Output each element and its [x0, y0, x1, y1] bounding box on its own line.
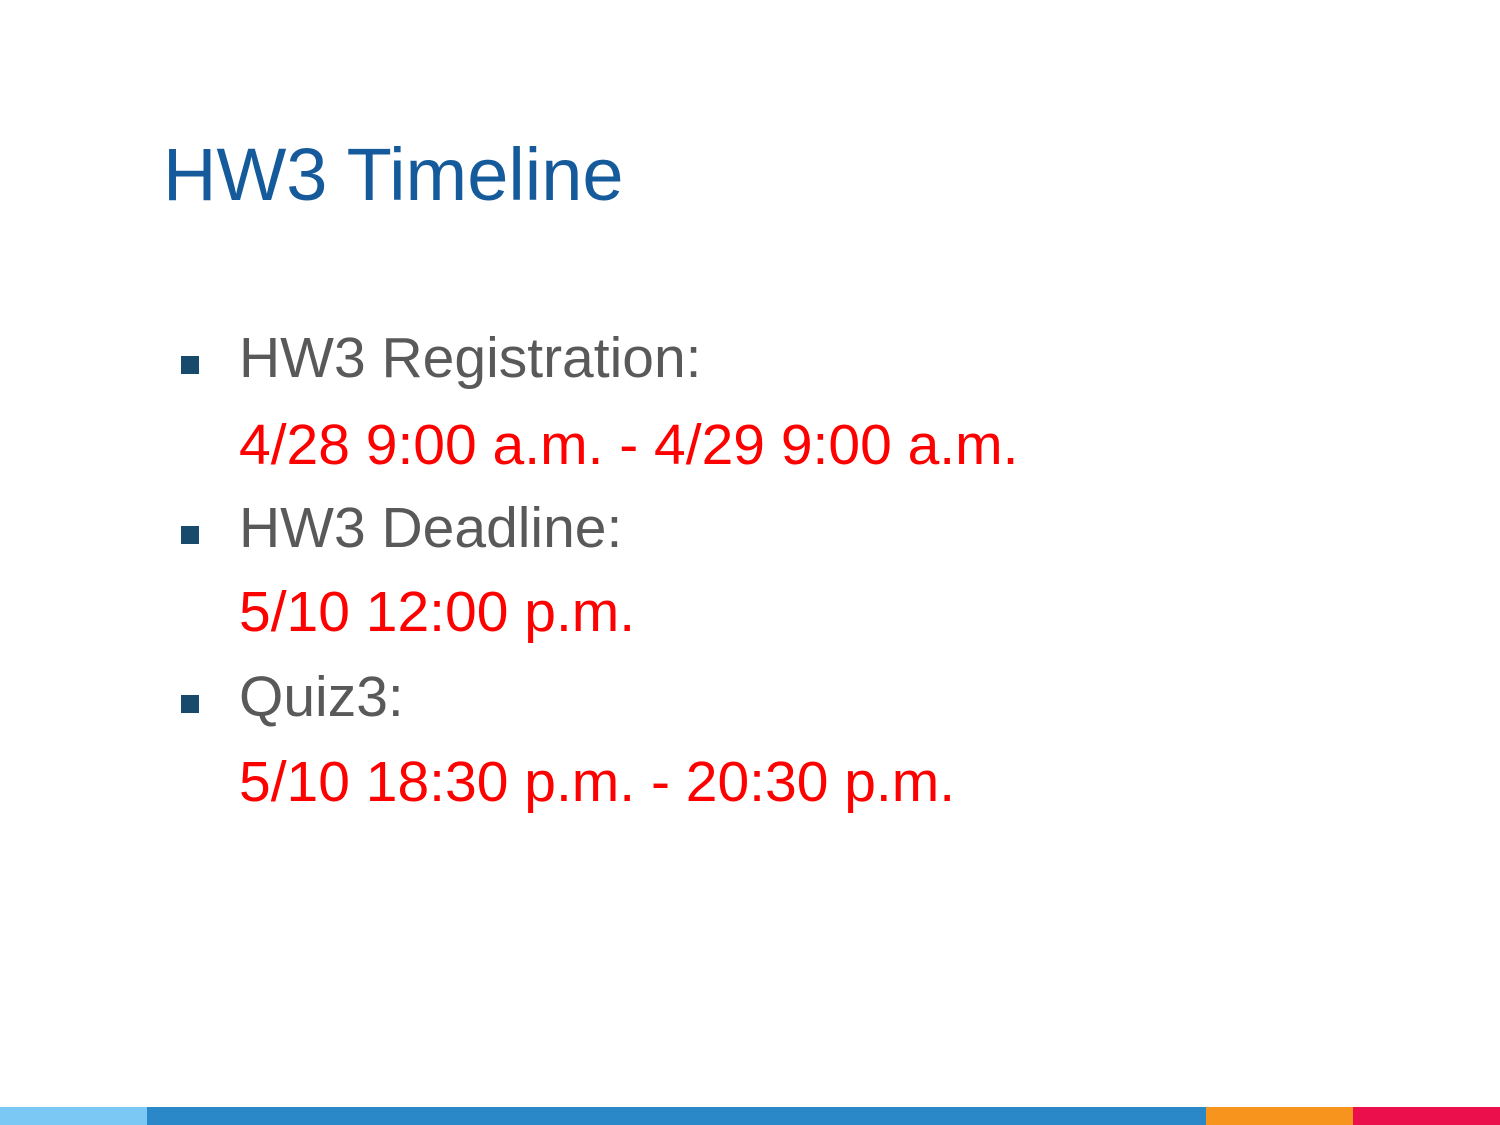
bullet-item-deadline: HW3 Deadline: [0, 498, 1500, 558]
footer-segment-light-blue [0, 1107, 147, 1125]
square-bullet-icon [181, 695, 199, 713]
slide: HW3 Timeline HW3 Registration: 4/28 9:00… [0, 0, 1500, 1125]
footer-segment-orange [1206, 1107, 1353, 1125]
bullet-value-quiz: 5/10 18:30 p.m. - 20:30 p.m. [239, 750, 956, 814]
bullet-item-quiz: Quiz3: [0, 667, 1500, 727]
bullet-item-registration: HW3 Registration: [0, 328, 1500, 388]
square-bullet-icon [181, 526, 199, 544]
bullet-label: Quiz3: [239, 665, 404, 729]
bullet-value-deadline: 5/10 12:00 p.m. [239, 580, 636, 644]
bullet-label: HW3 Deadline: [239, 496, 623, 560]
footer-color-bar [0, 1107, 1500, 1125]
square-bullet-icon [181, 356, 199, 374]
footer-segment-blue [147, 1107, 1206, 1125]
bullet-label: HW3 Registration: [239, 326, 702, 390]
footer-segment-red [1353, 1107, 1500, 1125]
slide-title: HW3 Timeline [163, 133, 624, 216]
bullet-value-registration: 4/28 9:00 a.m. - 4/29 9:00 a.m. [239, 413, 1019, 477]
